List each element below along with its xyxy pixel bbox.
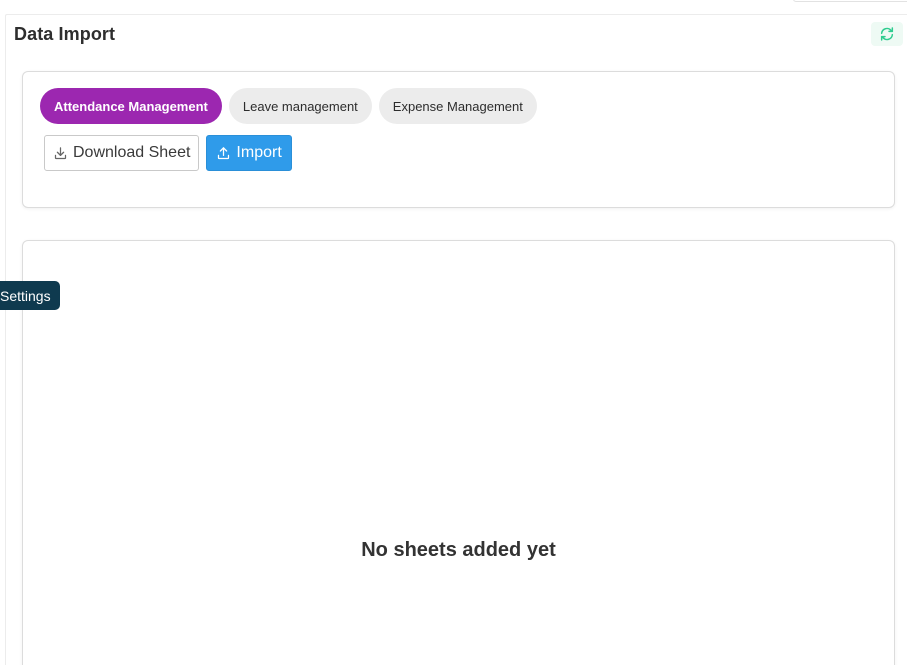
module-tabs: Attendance Management Leave management E… (40, 88, 537, 124)
tab-expense-management[interactable]: Expense Management (378, 88, 537, 124)
tab-leave-management[interactable]: Leave management (228, 88, 372, 124)
tab-attendance-management[interactable]: Attendance Management (40, 88, 222, 124)
settings-side-tab[interactable]: Settings (0, 281, 60, 310)
download-sheet-button[interactable]: Download Sheet (44, 135, 200, 171)
sheets-list-card (22, 240, 895, 665)
top-edge-control (793, 0, 907, 2)
page-title: Data Import (14, 24, 116, 44)
refresh-icon (878, 26, 896, 42)
import-label: Import (236, 144, 282, 161)
import-button[interactable]: Import (206, 135, 292, 171)
action-buttons: Download Sheet Import (44, 135, 292, 171)
refresh-button[interactable] (871, 22, 903, 46)
download-icon (53, 146, 68, 161)
download-sheet-label: Download Sheet (73, 144, 191, 161)
empty-state-message: No sheets added yet (361, 539, 556, 561)
upload-icon (216, 146, 231, 161)
